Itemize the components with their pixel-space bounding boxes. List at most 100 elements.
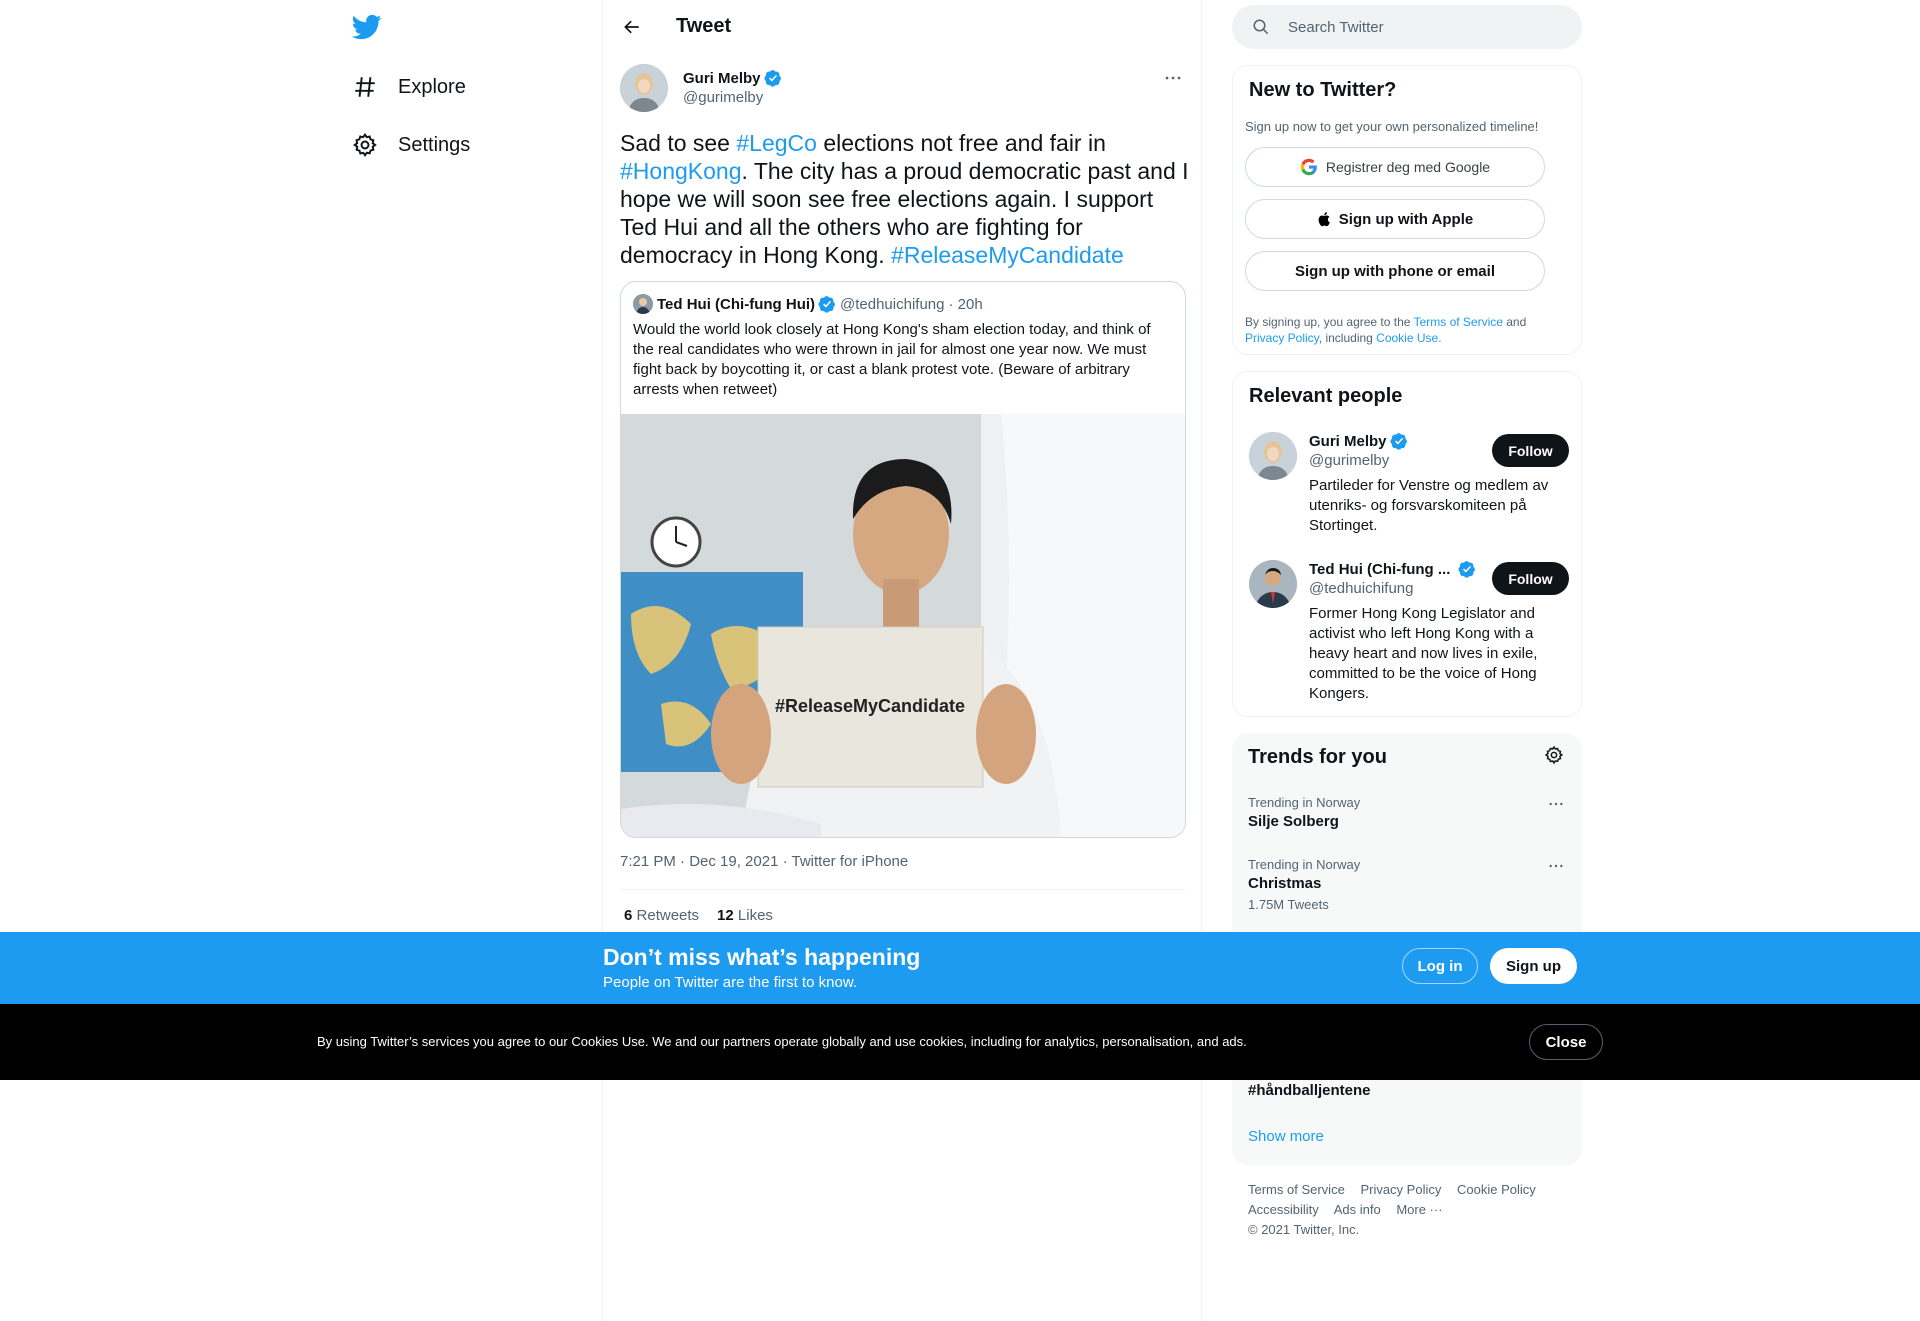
cookie-text: By using Twitter’s services you agree to… xyxy=(317,1034,1247,1049)
footer-link[interactable]: Privacy Policy xyxy=(1360,1182,1441,1197)
cookie-close-button[interactable]: Close xyxy=(1529,1024,1603,1060)
new-to-twitter-card: New to Twitter? Sign up now to get your … xyxy=(1232,65,1582,355)
person-name[interactable]: Guri Melby xyxy=(1309,432,1408,450)
person-handle: @tedhuichifung xyxy=(1309,580,1414,597)
quoted-author-name: Ted Hui (Chi-fung Hui) xyxy=(657,295,816,313)
likes-count: 12 xyxy=(717,907,734,924)
relevant-people-title: Relevant people xyxy=(1249,385,1403,407)
signup-button[interactable]: Sign up xyxy=(1490,948,1577,984)
quoted-tweet-header: Ted Hui (Chi-fung Hui) @tedhuichifung · … xyxy=(633,294,983,314)
relevant-person[interactable]: Ted Hui (Chi-fung ... @tedhuichifung For… xyxy=(1249,560,1569,710)
likes-stat[interactable]: 12 Likes xyxy=(717,907,773,924)
quoted-author-avatar xyxy=(633,294,653,314)
trend-more-icon[interactable] xyxy=(1546,795,1566,813)
tweet-timestamp-link[interactable]: 7:21 PM · Dec 19, 2021 xyxy=(620,853,778,870)
person-bio: Former Hong Kong Legislator and activist… xyxy=(1309,605,1538,702)
trends-title: Trends for you xyxy=(1248,746,1387,768)
banner-subtitle: People on Twitter are the first to know. xyxy=(603,974,858,991)
person-name-text: Guri Melby xyxy=(1309,432,1387,450)
login-button[interactable]: Log in xyxy=(1402,948,1478,984)
person-handle: @gurimelby xyxy=(1309,452,1390,469)
follow-button[interactable]: Follow xyxy=(1492,434,1569,467)
search-box[interactable] xyxy=(1232,5,1582,49)
trend-name: Silje Solberg xyxy=(1248,813,1339,830)
nav-item-settings[interactable]: Settings xyxy=(352,125,470,165)
follow-button[interactable]: Follow xyxy=(1492,562,1569,595)
trend-item[interactable]: Trending in Norway Christmas 1.75M Tweet… xyxy=(1248,857,1566,912)
signup-legal-text: By signing up, you agree to the Terms of… xyxy=(1245,314,1565,346)
signup-banner: Don’t miss what’s happening People on Tw… xyxy=(0,932,1920,1004)
banner-title: Don’t miss what’s happening xyxy=(603,944,921,970)
person-avatar[interactable] xyxy=(1249,432,1297,480)
search-input[interactable] xyxy=(1288,5,1568,49)
apple-signup-button[interactable]: Sign up with Apple xyxy=(1245,199,1545,239)
trend-context: Trending in Norway xyxy=(1248,795,1361,810)
google-signup-button[interactable]: Registrer deg med Google xyxy=(1245,147,1545,187)
search-icon xyxy=(1252,18,1270,36)
tweet-text: Sad to see #LegCo elections not free and… xyxy=(620,129,1190,269)
nav-label-explore: Explore xyxy=(398,75,466,98)
trend-item[interactable]: #håndballjentene xyxy=(1248,1079,1566,1099)
verified-badge-icon xyxy=(818,295,836,313)
person-avatar[interactable] xyxy=(1249,560,1297,608)
nav-item-explore[interactable]: Explore xyxy=(352,67,466,107)
trend-more-icon[interactable] xyxy=(1546,857,1566,875)
author-handle: @gurimelby xyxy=(683,89,764,106)
person-name[interactable]: Ted Hui (Chi-fung ... xyxy=(1309,560,1476,578)
tweet-stats: 6 Retweets 12 Likes xyxy=(624,907,773,924)
verified-badge-icon xyxy=(1458,560,1476,578)
new-to-twitter-subtitle: Sign up now to get your own personalized… xyxy=(1245,119,1539,134)
author-name[interactable]: Guri Melby xyxy=(683,69,782,87)
footer-link[interactable]: Accessibility xyxy=(1248,1202,1319,1217)
hashtag-link-hongkong[interactable]: #HongKong xyxy=(620,158,742,184)
retweets-label: Retweets xyxy=(636,907,700,924)
hashtag-link-releasemycandidate[interactable]: #ReleaseMyCandidate xyxy=(891,242,1124,268)
retweets-count: 6 xyxy=(624,907,633,924)
copyright: © 2021 Twitter, Inc. xyxy=(1248,1222,1360,1237)
page-title: Tweet xyxy=(676,15,732,37)
verified-badge-icon xyxy=(1389,432,1408,450)
quoted-tweet-photo[interactable]: #ReleaseMyCandidate xyxy=(621,414,1185,837)
more-options-icon[interactable] xyxy=(1158,68,1188,88)
twitter-logo-icon[interactable] xyxy=(351,12,382,42)
gear-icon xyxy=(352,132,378,158)
footer-link[interactable]: Cookie Policy xyxy=(1457,1182,1536,1197)
footer-link[interactable]: Ads info xyxy=(1334,1202,1381,1217)
new-to-twitter-title: New to Twitter? xyxy=(1249,79,1397,101)
tweet-text-part: elections not free and fair in xyxy=(816,130,1106,156)
hashtag-link-legco[interactable]: #LegCo xyxy=(736,130,817,156)
tweet-meta: 7:21 PM · Dec 19, 2021 · Twitter for iPh… xyxy=(620,853,908,870)
tweet-header: Tweet xyxy=(603,0,1201,54)
divider xyxy=(620,889,1186,890)
google-logo-icon xyxy=(1300,158,1318,176)
trends-settings-gear-icon[interactable] xyxy=(1544,745,1566,767)
legal-text: By signing up, you agree to the xyxy=(1245,315,1414,329)
footer-link[interactable]: Terms of Service xyxy=(1248,1182,1345,1197)
quoted-tweet-time: · 20h xyxy=(948,295,983,313)
footer-more-link[interactable]: More ··· xyxy=(1396,1202,1442,1217)
author-name-text: Guri Melby xyxy=(683,69,761,87)
main-column: Tweet Guri Melby @gurimelby Sad to see #… xyxy=(602,0,1202,1321)
apple-signup-label: Sign up with Apple xyxy=(1338,210,1474,228)
quoted-tweet[interactable]: Ted Hui (Chi-fung Hui) @tedhuichifung · … xyxy=(620,281,1186,838)
trend-name: #håndballjentene xyxy=(1248,1082,1371,1099)
meta-separator: · xyxy=(778,853,792,870)
back-arrow-icon[interactable] xyxy=(617,12,647,42)
hashtag-icon xyxy=(352,74,378,100)
show-more-link[interactable]: Show more xyxy=(1248,1128,1324,1145)
phone-email-signup-button[interactable]: Sign up with phone or email xyxy=(1245,251,1545,291)
cookie-use-link[interactable]: Cookie Use. xyxy=(1376,331,1441,345)
author-avatar[interactable] xyxy=(620,64,668,112)
quoted-author-handle: @tedhuichifung xyxy=(840,295,945,313)
tweet-author: Guri Melby @gurimelby xyxy=(620,64,1188,114)
person-bio: Partileder for Venstre og medlem av uten… xyxy=(1309,477,1549,534)
tweet-source-link[interactable]: Twitter for iPhone xyxy=(792,853,909,870)
retweets-stat[interactable]: 6 Retweets xyxy=(624,907,699,924)
privacy-link[interactable]: Privacy Policy xyxy=(1245,331,1319,345)
trend-item[interactable]: Trending in Norway Silje Solberg xyxy=(1248,795,1566,830)
verified-badge-icon xyxy=(763,69,782,87)
relevant-person[interactable]: Guri Melby @gurimelby Partileder for Ven… xyxy=(1249,432,1569,542)
trend-context: Trending in Norway xyxy=(1248,857,1361,872)
terms-link[interactable]: Terms of Service xyxy=(1414,315,1503,329)
legal-text: and xyxy=(1502,315,1527,329)
